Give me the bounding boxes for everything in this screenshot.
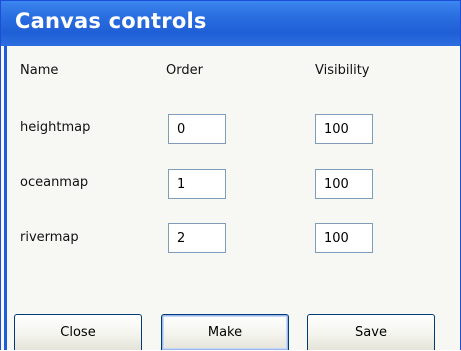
make-button[interactable]: Make bbox=[161, 314, 289, 350]
save-button[interactable]: Save bbox=[307, 314, 435, 350]
visibility-input-oceanmap[interactable] bbox=[315, 169, 373, 199]
visibility-input-rivermap[interactable] bbox=[315, 223, 373, 253]
column-header-visibility: Visibility bbox=[315, 63, 370, 78]
column-header-order: Order bbox=[166, 63, 203, 78]
row-label-oceanmap: oceanmap bbox=[20, 175, 89, 190]
column-header-name: Name bbox=[20, 63, 59, 78]
window-title: Canvas controls bbox=[15, 9, 207, 33]
visibility-input-heightmap[interactable] bbox=[315, 114, 373, 144]
canvas-controls-window: Canvas controls Name Order Visibility he… bbox=[0, 0, 461, 350]
dialog-body bbox=[4, 46, 460, 350]
order-input-oceanmap[interactable] bbox=[168, 169, 226, 199]
row-label-heightmap: heightmap bbox=[20, 120, 91, 135]
title-bar[interactable]: Canvas controls bbox=[1, 1, 460, 46]
order-input-rivermap[interactable] bbox=[168, 223, 226, 253]
row-label-rivermap: rivermap bbox=[20, 230, 79, 245]
close-button[interactable]: Close bbox=[14, 314, 142, 350]
order-input-heightmap[interactable] bbox=[168, 114, 226, 144]
